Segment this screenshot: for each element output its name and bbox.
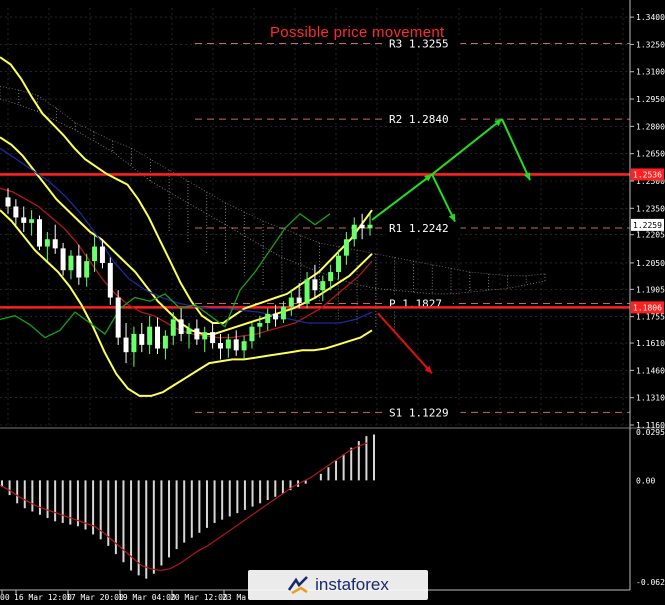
candle-body bbox=[273, 313, 279, 320]
candle-body bbox=[170, 319, 176, 336]
time-tick-label: 20 Mar 12:00 bbox=[170, 593, 228, 602]
level-label-R1: R1 1.2242 bbox=[389, 222, 449, 235]
candle-body bbox=[60, 248, 66, 271]
candle-body bbox=[210, 332, 216, 344]
candle-body bbox=[328, 272, 334, 282]
candle-body bbox=[343, 239, 349, 256]
instaforex-logo-icon bbox=[288, 576, 309, 595]
price-tick-label: 1.1610 bbox=[636, 339, 665, 348]
macd-tick-label: 0.02954 bbox=[636, 428, 665, 437]
time-tick-label: 19 Mar 04:00 bbox=[118, 593, 176, 602]
candle-body bbox=[147, 326, 153, 345]
instaforex-watermark: instaforex bbox=[248, 570, 428, 600]
price-tick-label: 1.3400 bbox=[636, 13, 665, 22]
candle-body bbox=[265, 313, 271, 324]
price-tick-label: 1.1755 bbox=[636, 313, 665, 322]
candle-body bbox=[155, 326, 161, 349]
price-tick-label: 1.2650 bbox=[636, 150, 665, 159]
candle-body bbox=[367, 224, 373, 229]
macd-tick-label: 0.00 bbox=[636, 476, 655, 485]
watermark-text: instaforex bbox=[315, 575, 389, 594]
candle-body bbox=[249, 326, 255, 342]
candle-body bbox=[84, 261, 90, 278]
candle-body bbox=[123, 337, 129, 353]
price-tick-label: 1.2800 bbox=[636, 122, 665, 131]
candle-body bbox=[257, 323, 263, 327]
candle-body bbox=[5, 197, 11, 207]
candle-body bbox=[115, 297, 121, 338]
candle-body bbox=[68, 255, 74, 271]
candle-body bbox=[312, 279, 318, 291]
candle-body bbox=[162, 335, 168, 349]
candle-body bbox=[76, 255, 82, 278]
candle-body bbox=[186, 328, 192, 334]
price-tick-label: 1.1905 bbox=[636, 285, 665, 294]
candle-body bbox=[351, 224, 357, 240]
candle-body bbox=[131, 333, 137, 353]
price-tick-label: 1.2050 bbox=[636, 259, 665, 268]
candle-body bbox=[280, 306, 286, 320]
chart-annotation: Possible price movement bbox=[270, 24, 445, 41]
price-flag-label: 1.1806 bbox=[633, 303, 662, 312]
candle-body bbox=[44, 239, 50, 247]
candle-body bbox=[21, 217, 27, 223]
candle-body bbox=[36, 219, 42, 247]
price-tick-label: 1.1310 bbox=[636, 394, 665, 403]
price-tick-label: 1.2950 bbox=[636, 95, 665, 104]
candle-body bbox=[304, 279, 310, 303]
macd-tick-label: -0.06205 bbox=[636, 578, 665, 587]
price-tick-label: 1.3250 bbox=[636, 40, 665, 49]
time-tick-label: 00 bbox=[0, 593, 10, 602]
level-label-R2: R2 1.2840 bbox=[389, 113, 449, 126]
candle-body bbox=[139, 333, 145, 345]
candle-body bbox=[178, 319, 184, 334]
candle-body bbox=[29, 219, 35, 223]
candle-body bbox=[52, 239, 58, 249]
candle-body bbox=[194, 328, 200, 340]
candle-body bbox=[233, 339, 239, 351]
candle-body bbox=[107, 262, 113, 298]
time-tick-label: 23 Ma bbox=[222, 593, 246, 602]
price-tick-label: 1.2350 bbox=[636, 204, 665, 213]
candle-body bbox=[336, 255, 342, 273]
price-flag-label: 1.2259 bbox=[633, 221, 662, 230]
candle-body bbox=[296, 297, 302, 303]
candle-body bbox=[320, 281, 326, 291]
price-tick-label: 1.2205 bbox=[636, 231, 665, 240]
candle-body bbox=[217, 343, 223, 349]
forex-chart[interactable]: R3 1.3255R2 1.2840R1 1.2242P 1.1827S1 1.… bbox=[0, 0, 665, 605]
level-label-S1: S1 1.1229 bbox=[389, 406, 449, 419]
candle-body bbox=[13, 206, 19, 218]
price-flag-label: 1.2536 bbox=[633, 170, 662, 179]
time-tick-label: 16 Mar 12:00 bbox=[14, 593, 72, 602]
time-tick-label: 17 Mar 20:00 bbox=[66, 593, 124, 602]
candle-body bbox=[359, 224, 365, 229]
candle-body bbox=[202, 332, 208, 340]
price-tick-label: 1.3100 bbox=[636, 68, 665, 77]
candle-body bbox=[99, 246, 105, 263]
candle-body bbox=[225, 339, 231, 349]
candle-body bbox=[92, 246, 98, 262]
candle-body bbox=[288, 297, 294, 307]
price-tick-label: 1.1460 bbox=[636, 366, 665, 375]
candle-body bbox=[241, 341, 247, 351]
